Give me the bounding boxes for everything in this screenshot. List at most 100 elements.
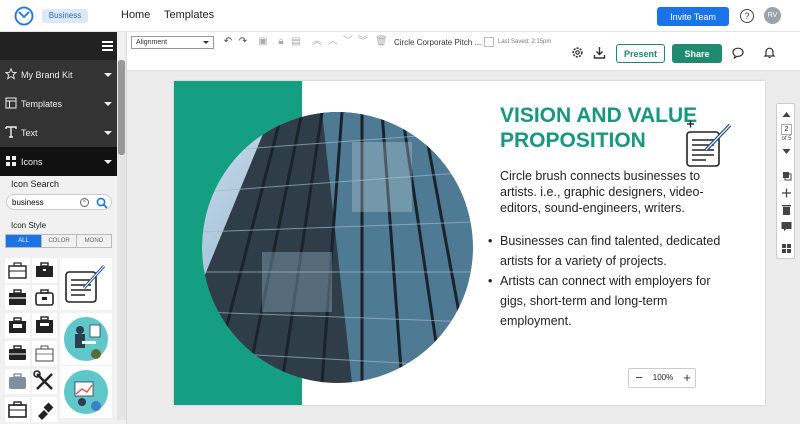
briefcase-filled-icon[interactable]	[32, 313, 57, 338]
bullet-line: Businesses can find talented, dedicated	[500, 234, 721, 248]
hamburger-menu-icon[interactable]	[102, 41, 113, 51]
briefcase-filled-icon[interactable]	[5, 285, 30, 310]
lock-icon[interactable]: 🔒︎	[275, 36, 287, 48]
zoom-level[interactable]: 100%	[649, 373, 677, 382]
icon-style-tabs: ALL COLOR MONO	[5, 234, 112, 248]
group-icon[interactable]: ▣	[257, 36, 269, 48]
document-title[interactable]: Circle Corporate Pitch ...	[394, 38, 481, 47]
bring-forward-icon[interactable]: ︿	[327, 36, 339, 48]
briefcase-filled-icon[interactable]	[5, 341, 30, 366]
user-avatar[interactable]: RV	[764, 7, 781, 24]
send-to-back-icon[interactable]: ︾	[357, 36, 369, 48]
templates-icon	[5, 97, 17, 109]
left-panel: My Brand Kit Templates Text Icons Icon S…	[0, 32, 127, 424]
help-icon[interactable]: ?	[740, 9, 754, 23]
copy-style-icon[interactable]: ▤	[290, 36, 302, 48]
page-navigator: 2 of 5	[776, 103, 795, 259]
nav-templates-link[interactable]: Templates	[164, 9, 214, 21]
redo-icon[interactable]: ↷	[237, 36, 249, 48]
download-icon[interactable]	[593, 46, 606, 59]
bullet-line: gigs, short-term and long-term	[500, 294, 668, 308]
plug-icon[interactable]	[32, 397, 57, 422]
undo-icon[interactable]: ↶	[222, 36, 234, 48]
add-page-icon[interactable]	[777, 188, 796, 198]
chevron-down-icon	[104, 102, 112, 106]
logo-icon[interactable]	[14, 6, 34, 26]
tools-icon[interactable]	[32, 369, 57, 394]
style-tab-mono[interactable]: MONO	[76, 235, 111, 247]
briefcase-outline-icon[interactable]	[5, 397, 30, 422]
chevron-down-icon	[104, 160, 112, 164]
canvas-area: VISION AND VALUE PROPOSITION Circle brus…	[127, 71, 800, 424]
clear-icon[interactable]: ×	[80, 198, 89, 207]
icon-search-input[interactable]	[12, 197, 72, 208]
duplicate-page-icon[interactable]	[777, 171, 796, 181]
page-down-icon[interactable]	[777, 148, 796, 156]
text-icon	[5, 126, 17, 138]
last-saved-status: Last Saved: 2:15pm	[498, 39, 552, 45]
briefcase-filled-icon[interactable]	[5, 313, 30, 338]
business-people-icon[interactable]	[60, 313, 112, 365]
style-tab-all[interactable]: ALL	[6, 235, 41, 247]
sidebar-item-brand-kit[interactable]: My Brand Kit	[0, 60, 117, 89]
document-pen-icon[interactable]	[684, 120, 736, 172]
delete-icon[interactable]: 🗑︎	[375, 36, 388, 48]
briefcase-filled-icon[interactable]	[32, 258, 57, 283]
body-line: editors, sound-engineers, writers.	[500, 201, 685, 215]
search-icon[interactable]	[96, 197, 108, 209]
alignment-dropdown[interactable]: Alignment	[131, 36, 214, 49]
sidebar-item-label: Icons	[21, 157, 43, 167]
page-notes-icon[interactable]	[777, 221, 796, 232]
briefcase-outline-icon[interactable]	[32, 285, 57, 310]
bullet-item: Artists can connect with employers for g…	[488, 271, 738, 331]
share-button[interactable]: Share	[672, 44, 722, 63]
chevron-down-icon	[104, 73, 112, 77]
grid-icon	[6, 156, 16, 166]
star-icon	[5, 68, 17, 80]
bullet-line: employment.	[500, 314, 572, 328]
sidebar-item-icons[interactable]: Icons	[0, 147, 117, 176]
bring-to-front-icon[interactable]: ︽	[311, 36, 323, 48]
suitcase-icon[interactable]	[5, 369, 30, 394]
top-bar: Business Home Templates Invite Team ? RV	[0, 0, 800, 32]
page-grid-icon[interactable]	[777, 243, 796, 254]
briefcase-outline-icon[interactable]	[32, 341, 57, 366]
bullet-line: artists for a variety of projects.	[500, 254, 667, 268]
sidebar-item-label: Text	[21, 128, 38, 138]
document-pen-icon[interactable]	[60, 258, 112, 310]
sidebar-item-label: Templates	[21, 99, 63, 109]
invite-team-button[interactable]: Invite Team	[657, 7, 729, 26]
bell-icon[interactable]	[763, 46, 776, 59]
building-photo[interactable]	[202, 112, 473, 383]
slide-body-text[interactable]: Circle brush connects businesses to arti…	[500, 168, 732, 216]
icon-results-grid	[0, 256, 117, 422]
zoom-control: − 100% +	[628, 368, 696, 388]
send-backward-icon[interactable]: ﹀	[342, 36, 354, 48]
bullet-item: Businesses can find talented, dedicated …	[488, 231, 738, 271]
body-line: artists. i.e., graphic designers, video-	[500, 185, 704, 199]
page-up-icon[interactable]	[777, 110, 796, 118]
icon-search-box: ×	[6, 194, 112, 210]
present-button[interactable]: Present	[616, 44, 665, 63]
chevron-down-icon	[104, 131, 112, 135]
nav-home-link[interactable]: Home	[121, 9, 150, 21]
sidebar-item-label: My Brand Kit	[21, 70, 73, 80]
bullet-line: Artists can connect with employers for	[500, 274, 711, 288]
sidebar-item-text[interactable]: Text	[0, 118, 117, 147]
sidebar-scrollbar[interactable]	[117, 60, 126, 420]
sidebar-item-templates[interactable]: Templates	[0, 89, 117, 118]
current-page-input[interactable]: 2	[781, 124, 792, 135]
briefcase-outline-icon[interactable]	[5, 258, 30, 283]
gear-icon[interactable]	[571, 46, 584, 59]
business-growth-icon[interactable]	[60, 366, 112, 418]
scrollbar-thumb[interactable]	[118, 60, 125, 155]
left-panel-header	[0, 32, 117, 60]
zoom-out-button[interactable]: −	[633, 371, 645, 385]
slide-canvas[interactable]: VISION AND VALUE PROPOSITION Circle brus…	[174, 81, 765, 405]
bullet-list[interactable]: Businesses can find talented, dedicated …	[488, 231, 738, 331]
zoom-in-button[interactable]: +	[681, 371, 693, 385]
edit-title-icon[interactable]	[484, 37, 494, 47]
style-tab-color[interactable]: COLOR	[41, 235, 76, 247]
delete-page-icon[interactable]	[777, 204, 796, 215]
comment-icon[interactable]	[732, 47, 744, 59]
